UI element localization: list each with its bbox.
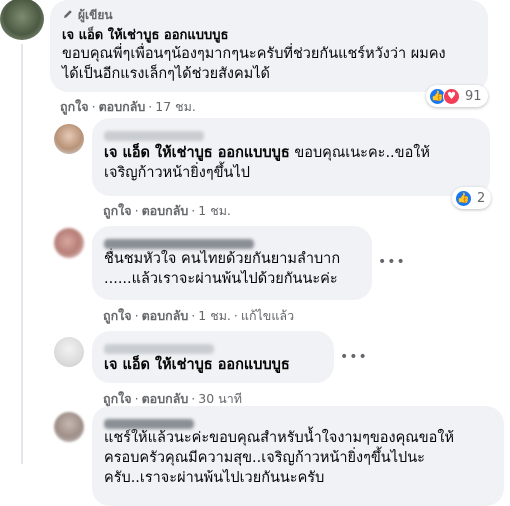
avatar[interactable]	[0, 0, 44, 40]
like-link[interactable]: ถูกใจ	[103, 203, 132, 218]
comment-bubble: ชื่นชมหัวใจ คนไทยด้วยกันยามลำบาก ......แ…	[92, 226, 372, 300]
edited-label[interactable]: แก้ไขแล้ว	[241, 308, 294, 323]
comment-actions: ถูกใจ · ตอบกลับ · 1 ชม. · แก้ไขแล้ว	[103, 308, 295, 323]
like-link[interactable]: ถูกใจ	[103, 308, 132, 323]
comment-bubble: เจ แอ็ด ให้เช่าบูธ ออกแบบบูธ ขอบคุณเนะคะ…	[92, 118, 490, 196]
comment-time[interactable]: 1 ชม.	[198, 308, 231, 323]
pen-icon	[62, 8, 74, 23]
author-badge: ผู้เขียน	[62, 6, 476, 25]
comment-text: เจ แอ็ด ให้เช่าบูธ ออกแบบบูธ ขอบคุณเนะคะ…	[104, 143, 478, 183]
comment-text-line: ครอบครัวคุณมีความสุข..เจริญก้าวหน้ายิ่งๆ…	[104, 450, 425, 466]
comment-text-line: ขอบคุณพี่ๆเพื่อนๆน้องๆมากๆนะครับที่ช่วยก…	[62, 46, 446, 62]
author-badge-label: ผู้เขียน	[78, 8, 113, 22]
comment-actions: ถูกใจ · ตอบกลับ · 1 ชม.	[103, 203, 231, 218]
love-reaction-icon: ♥	[443, 87, 460, 105]
avatar[interactable]	[54, 228, 84, 258]
comment-text-line: เจริญก้าวหน้ายิ่งๆขึ้นไป	[104, 165, 250, 181]
reaction-summary[interactable]: 👍 ♥ 91	[426, 85, 488, 107]
like-link[interactable]: ถูกใจ	[103, 391, 132, 406]
comment-text: ขอบคุณพี่ๆเพื่อนๆน้องๆมากๆนะครับที่ช่วยก…	[62, 44, 476, 84]
redacted-author-name	[104, 343, 214, 354]
comment-time[interactable]: 30 นาที	[198, 391, 242, 406]
comment-time[interactable]: 17 ชม.	[155, 99, 196, 114]
comment-time[interactable]: 1 ชม.	[198, 203, 231, 218]
comment-text-line: แชร์ให้แล้วนะค่ะขอบคุณสำหรับน้ำใจงามๆของ…	[104, 430, 455, 446]
reply-link[interactable]: ตอบกลับ	[142, 391, 189, 406]
comment-author[interactable]	[104, 233, 360, 249]
like-reaction-icon: 👍	[455, 189, 472, 207]
thread-line	[21, 44, 23, 464]
redacted-author-name	[104, 418, 194, 429]
comment-author[interactable]	[104, 413, 492, 429]
reaction-summary[interactable]: 👍 2	[452, 187, 492, 209]
comment-text: แชร์ให้แล้วนะค่ะขอบคุณสำหรับน้ำใจงามๆของ…	[104, 428, 492, 488]
comment-bubble: แชร์ให้แล้วนะค่ะขอบคุณสำหรับน้ำใจงามๆของ…	[92, 406, 504, 506]
comment-bubble: ผู้เขียน เจ แอ็ด ให้เช่าบูธ ออกแบบบูธ ขอ…	[50, 0, 488, 92]
comment-author[interactable]	[104, 338, 322, 354]
avatar[interactable]	[54, 337, 84, 367]
reply-link[interactable]: ตอบกลับ	[142, 308, 189, 323]
comment-text-line: ชื่นชมหัวใจ คนไทยด้วยกันยามลำบาก	[104, 251, 341, 267]
comment-text: ชื่นชมหัวใจ คนไทยด้วยกันยามลำบาก ......แ…	[104, 249, 360, 289]
comment-text-line: ครับ..เราจะผ่านพ้นไปเวยกันนะครับ	[104, 470, 325, 486]
comment-bubble: เจ แอ็ด ให้เช่าบูธ ออกแบบบูธ	[92, 331, 334, 383]
comment-actions: ถูกใจ · ตอบกลับ · 17 ชม.	[60, 99, 196, 114]
avatar[interactable]	[54, 412, 84, 442]
comment-author[interactable]: เจ แอ็ด ให้เช่าบูธ ออกแบบบูธ	[62, 27, 476, 44]
author-mention[interactable]: เจ แอ็ด ให้เช่าบูธ ออกแบบบูธ	[104, 145, 290, 161]
redacted-author-name	[104, 238, 254, 249]
reply-link[interactable]: ตอบกลับ	[142, 203, 189, 218]
comment-text: เจ แอ็ด ให้เช่าบูธ ออกแบบบูธ	[104, 355, 322, 375]
comment-text-line: ได้เป็นอีกแรงเล็กๆได้ช่วยสังคมได้	[62, 66, 270, 82]
comment-text-line: ......แล้วเราจะผ่านพ้นไปด้วยกันนะค่ะ	[104, 271, 338, 287]
like-link[interactable]: ถูกใจ	[60, 99, 89, 114]
redacted-author-name	[104, 130, 204, 141]
reaction-count: 2	[477, 190, 486, 206]
author-mention[interactable]: เจ แอ็ด ให้เช่าบูธ ออกแบบบูธ	[104, 357, 290, 373]
more-options-icon[interactable]: •••	[340, 349, 367, 369]
reaction-count: 91	[465, 88, 482, 104]
comment-author[interactable]	[104, 125, 478, 141]
comment-text-line: ขอบคุณเนะคะ..ขอให้	[294, 145, 430, 161]
more-options-icon[interactable]: •••	[378, 254, 405, 274]
avatar[interactable]	[54, 124, 84, 154]
reply-link[interactable]: ตอบกลับ	[99, 99, 146, 114]
